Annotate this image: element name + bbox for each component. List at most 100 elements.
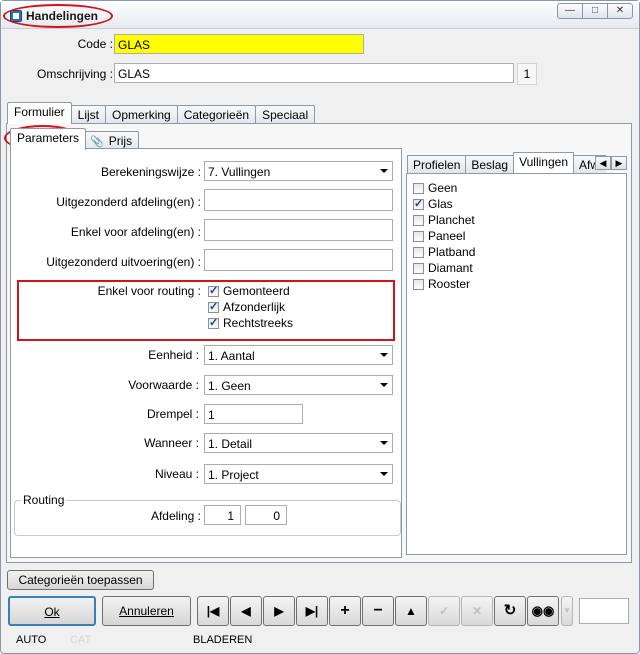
uitgezonderd-uitvoering-label: Uitgezonderd uitvoering(en) : [46,255,201,269]
checkbox-checked-icon [208,284,219,297]
main-tabs: Formulier Lijst Opmerking Categorieën Sp… [7,102,316,124]
drempel-field[interactable]: 1 [204,404,303,424]
niveau-label: Niveau : [154,467,199,481]
refresh-icon[interactable]: ↻ [494,596,526,626]
afdeling-field-1[interactable]: 1 [204,505,241,525]
search-icon[interactable]: ◉◉ [527,596,559,626]
code-label: Code : [77,37,113,51]
afdeling-label: Afdeling : [150,509,201,523]
voorwaarde-select[interactable]: 1. Geen [204,375,393,395]
routing-afzonderlijk-checkbox[interactable]: Afzonderlijk [208,300,285,314]
delete-icon[interactable]: − [362,596,394,626]
dropdown-arrow-icon[interactable]: ▼ [561,596,573,626]
cancel-icon: ✕ [461,596,493,626]
vulling-label: Diamant [428,261,473,275]
status-auto: AUTO [16,634,47,646]
ok-button-label: Ok [44,605,60,619]
tab-formulier[interactable]: Formulier [7,102,72,124]
checkbox-icon [413,230,424,242]
chevron-down-icon [380,441,388,445]
eenheid-label: Eenheid : [148,348,199,362]
tab-speciaal[interactable]: Speciaal [255,105,316,124]
last-record-icon[interactable]: ▶| [296,596,328,626]
previous-record-icon[interactable]: ◀ [230,596,262,626]
routing-rechtstreeks-checkbox[interactable]: Rechtstreeks [208,316,293,330]
minimize-icon[interactable]: — [557,3,583,19]
chevron-down-icon [380,353,388,357]
categorieen-toepassen-button[interactable]: Categorieën toepassen [7,570,154,590]
routing-gemonteerd-checkbox[interactable]: Gemonteerd [208,284,290,298]
vulling-glas-checkbox[interactable]: Glas [413,197,453,211]
tab-scroll-left-icon[interactable]: ◀ [595,156,611,170]
add-icon[interactable]: + [329,596,361,626]
status-cat: CAT [70,634,92,646]
checkbox-icon [413,246,424,258]
enkel-afdeling-field[interactable] [204,219,393,241]
tab-parameters[interactable]: Parameters [10,128,87,150]
voorwaarde-value: 1. Geen [208,379,251,393]
tab-vullingen[interactable]: Vullingen [513,152,575,173]
vulling-label: Paneel [428,229,466,243]
vulling-geen-checkbox[interactable]: Geen [413,181,457,195]
confirm-icon: ✓ [428,596,460,626]
routing-group-label: Routing [21,493,67,507]
niveau-select[interactable]: 1. Project [204,464,393,484]
status-bladeren: BLADEREN [193,634,253,646]
first-record-icon[interactable]: |◀ [197,596,229,626]
right-tabs: Profielen Beslag Vullingen Afwerl [407,152,607,173]
tab-categorieen[interactable]: Categorieën [176,105,257,124]
wanneer-select[interactable]: 1. Detail [204,433,393,453]
record-position-field[interactable] [579,598,629,624]
eenheid-value: 1. Aantal [208,349,255,363]
up-icon[interactable]: ▲ [395,596,427,626]
tab-prijs-label: Prijs [108,134,133,148]
vulling-rooster-checkbox[interactable]: Rooster [413,277,470,291]
ok-button[interactable]: Ok [8,596,96,626]
annuleren-button-label: Annuleren [119,604,174,618]
chevron-down-icon [380,169,388,173]
vulling-diamant-checkbox[interactable]: Diamant [413,261,473,275]
window-controls: — □ ✕ [557,3,633,19]
vulling-platband-checkbox[interactable]: Platband [413,245,475,259]
uitgezonderd-afdeling-label: Uitgezonderd afdeling(en) : [56,195,201,209]
title-bar: Handelingen — □ ✕ [1,1,639,29]
checkbox-checked-icon [413,197,424,210]
tab-opmerking[interactable]: Opmerking [105,105,178,124]
vulling-planchet-checkbox[interactable]: Planchet [413,213,475,227]
vulling-paneel-checkbox[interactable]: Paneel [413,229,465,243]
maximize-icon[interactable]: □ [582,3,608,19]
vulling-label: Rooster [428,277,471,291]
vulling-label: Glas [428,197,453,211]
wanneer-label: Wanneer : [144,436,199,450]
checkbox-icon [413,278,424,290]
berekeningswijze-select[interactable]: 7. Vullingen [204,161,393,181]
next-record-icon[interactable]: ▶ [263,596,295,626]
vulling-label: Planchet [428,213,475,227]
afdeling-field-2[interactable]: 0 [245,505,287,525]
paperclip-icon: 📎 [90,136,104,148]
drempel-label: Drempel : [146,407,199,421]
title-highlight-ellipse [3,4,113,28]
code-field[interactable]: GLAS [114,34,364,54]
voorwaarde-label: Voorwaarde : [128,378,199,392]
checkbox-icon [413,214,424,226]
routing-rechtstreeks-label: Rechtstreeks [223,316,294,330]
enkel-afdeling-label: Enkel voor afdeling(en) : [70,225,201,239]
tab-profielen[interactable]: Profielen [407,155,467,173]
omschrijving-field[interactable]: GLAS [114,63,514,83]
checkbox-checked-icon [208,316,219,329]
routing-afzonderlijk-label: Afzonderlijk [223,300,286,314]
eenheid-select[interactable]: 1. Aantal [204,345,393,365]
berekeningswijze-label: Berekeningswijze : [100,165,201,179]
uitgezonderd-afdeling-field[interactable] [204,189,393,211]
checkbox-icon [413,262,424,274]
enkel-routing-label: Enkel voor routing : [97,284,201,298]
uitgezonderd-uitvoering-field[interactable] [204,249,393,271]
tab-beslag[interactable]: Beslag [465,155,515,173]
tab-lijst[interactable]: Lijst [70,105,107,124]
wanneer-value: 1. Detail [208,437,253,451]
annuleren-button[interactable]: Annuleren [102,596,191,626]
close-icon[interactable]: ✕ [607,3,633,19]
tab-scroll-right-icon[interactable]: ▶ [611,156,627,170]
routing-gemonteerd-label: Gemonteerd [223,284,290,298]
